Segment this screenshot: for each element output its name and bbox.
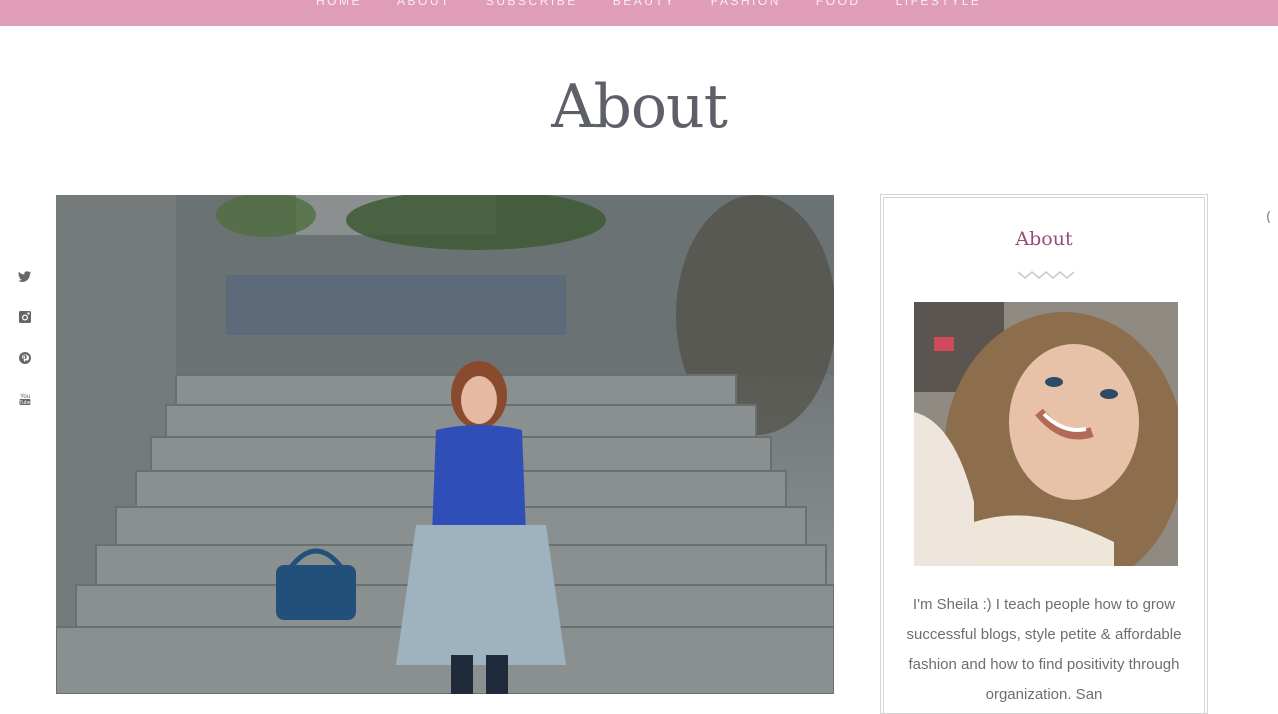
svg-text:Tube: Tube bbox=[19, 400, 30, 406]
hero-photo-illustration bbox=[56, 195, 834, 694]
nav-menu: HOME ABOUT SUBSCRIBE BEAUTY FASHION FOOD… bbox=[316, 0, 1016, 8]
nav-item-food[interactable]: FOOD bbox=[816, 0, 861, 8]
widget-title: About bbox=[1015, 228, 1073, 250]
profile-photo bbox=[914, 302, 1178, 566]
youtube-icon[interactable]: You Tube bbox=[17, 391, 33, 407]
bio-text: I'm Sheila :) I teach people how to grow… bbox=[906, 596, 1182, 703]
page-title: About bbox=[551, 72, 728, 142]
nav-item-home[interactable]: HOME bbox=[316, 0, 362, 8]
nav-item-beauty[interactable]: BEAUTY bbox=[613, 0, 676, 8]
nav-item-lifestyle[interactable]: LIFESTYLE bbox=[896, 0, 982, 8]
twitter-icon[interactable] bbox=[17, 268, 33, 284]
nav-item-fashion[interactable]: FASHION bbox=[711, 0, 781, 8]
partial-edge-glyph: ( bbox=[1266, 210, 1272, 225]
zigzag-divider-icon bbox=[1018, 271, 1074, 279]
nav-item-subscribe[interactable]: SUBSCRIBE bbox=[486, 0, 578, 8]
sidebar-inner-border: About I'm Sheila :) I teach people how t… bbox=[883, 197, 1205, 713]
top-navigation: HOME ABOUT SUBSCRIBE BEAUTY FASHION FOOD… bbox=[0, 0, 1278, 26]
social-links: You Tube bbox=[17, 268, 33, 432]
profile-photo-illustration bbox=[914, 302, 1178, 566]
nav-item-about[interactable]: ABOUT bbox=[397, 0, 451, 8]
hero-photo bbox=[56, 195, 834, 694]
instagram-icon[interactable] bbox=[17, 309, 33, 325]
sidebar-about-widget: About I'm Sheila :) I teach people how t… bbox=[880, 194, 1208, 714]
pinterest-icon[interactable] bbox=[17, 350, 33, 366]
